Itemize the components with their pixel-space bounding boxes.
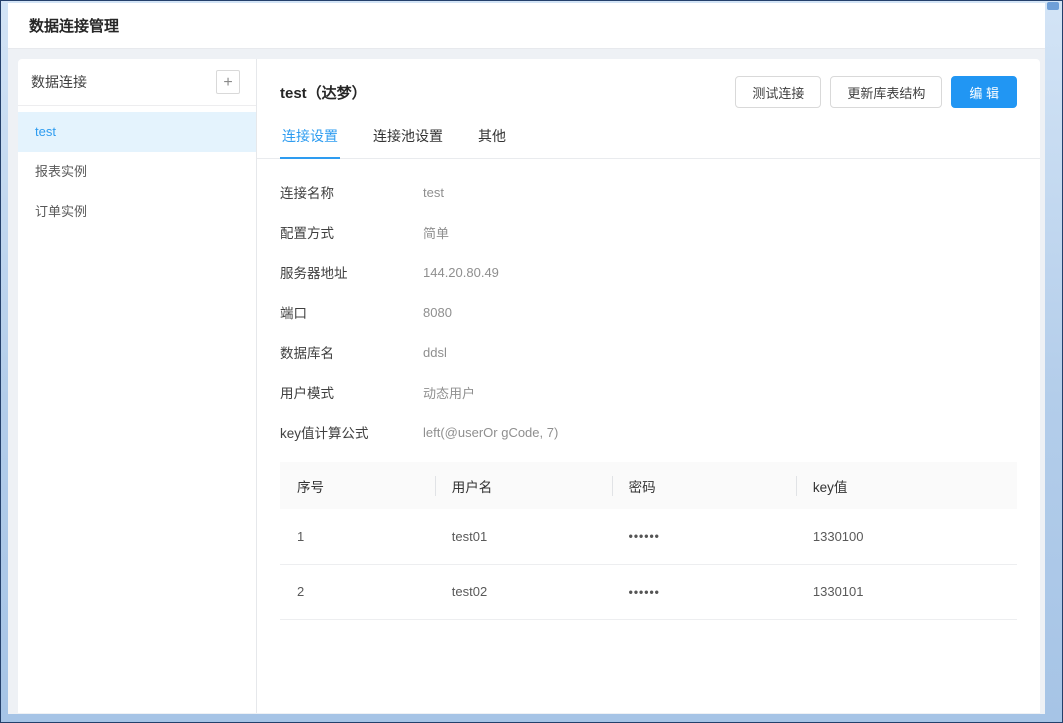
field-label: 数据库名 [280,342,423,362]
field-key-formula: key值计算公式 left(@userOr gCode, 7) [280,412,1017,452]
field-port: 端口 8080 [280,292,1017,332]
field-config-mode: 配置方式 简单 [280,212,1017,252]
column-header-key: key值 [796,462,1017,509]
cell-index: 1 [280,509,435,564]
column-header-password: 密码 [612,462,796,509]
field-database-name: 数据库名 ddsl [280,332,1017,372]
cell-key: 1330100 [796,509,1017,564]
sidebar-items: test 报表实例 订单实例 [18,106,256,232]
test-connection-button[interactable]: 测试连接 [735,76,821,108]
field-value: ddsl [423,345,447,360]
table-header-row: 序号 用户名 密码 key值 [280,462,1017,509]
sidebar-header: 数据连接 + [18,59,256,106]
scrollbar-thumb[interactable] [1047,2,1059,10]
sidebar-item-report-instance[interactable]: 报表实例 [18,152,256,192]
user-table: 序号 用户名 密码 key值 1 test01 •••••• 1330100 [280,462,1017,620]
connection-form: 连接名称 test 配置方式 简单 服务器地址 144.20.80.49 端口 … [257,159,1040,452]
sidebar-item-order-instance[interactable]: 订单实例 [18,192,256,232]
cell-index: 2 [280,564,435,619]
tab-connection-settings[interactable]: 连接设置 [280,117,340,159]
field-user-mode: 用户模式 动态用户 [280,372,1017,412]
field-label: 连接名称 [280,182,423,202]
main-panel: test（达梦） 测试连接 更新库表结构 编 辑 连接设置 连接池设置 其他 连… [257,59,1040,713]
add-connection-button[interactable]: + [216,70,240,94]
edit-button[interactable]: 编 辑 [951,76,1017,108]
cell-username: test01 [435,509,612,564]
cell-password: •••••• [612,509,796,564]
main-header: test（达梦） 测试连接 更新库表结构 编 辑 [257,59,1040,109]
field-value: test [423,185,444,200]
window-content: 数据连接管理 数据连接 + test 报表实例 订单实例 test（达梦） [8,3,1045,714]
field-label: 配置方式 [280,222,423,242]
field-value: 8080 [423,305,452,320]
field-label: 端口 [280,302,423,322]
field-label: key值计算公式 [280,422,423,442]
field-label: 用户模式 [280,382,423,402]
cell-password: •••••• [612,564,796,619]
field-server-address: 服务器地址 144.20.80.49 [280,252,1017,292]
field-label: 服务器地址 [280,262,423,282]
column-header-username: 用户名 [435,462,612,509]
update-schema-button[interactable]: 更新库表结构 [830,76,942,108]
field-value: left(@userOr gCode, 7) [423,425,558,440]
action-buttons: 测试连接 更新库表结构 编 辑 [735,76,1017,108]
page-title: 数据连接管理 [29,15,119,36]
column-header-index: 序号 [280,462,435,509]
field-value: 动态用户 [423,383,475,402]
field-value: 144.20.80.49 [423,265,499,280]
window-frame: 数据连接管理 数据连接 + test 报表实例 订单实例 test（达梦） [0,0,1063,723]
body: 数据连接 + test 报表实例 订单实例 test（达梦） 测试连接 更新库表… [8,59,1045,713]
page-header: 数据连接管理 [8,3,1045,49]
field-connection-name: 连接名称 test [280,172,1017,212]
tab-bar: 连接设置 连接池设置 其他 [257,117,1040,159]
sidebar: 数据连接 + test 报表实例 订单实例 [18,59,257,713]
sidebar-item-test[interactable]: test [18,112,256,152]
table-row: 2 test02 •••••• 1330101 [280,564,1017,619]
tab-other[interactable]: 其他 [476,117,508,158]
field-value: 简单 [423,223,449,242]
tab-pool-settings[interactable]: 连接池设置 [371,117,445,158]
connection-title: test（达梦） [280,82,367,103]
table-row: 1 test01 •••••• 1330100 [280,509,1017,564]
cell-key: 1330101 [796,564,1017,619]
sidebar-title: 数据连接 [31,72,87,92]
cell-username: test02 [435,564,612,619]
